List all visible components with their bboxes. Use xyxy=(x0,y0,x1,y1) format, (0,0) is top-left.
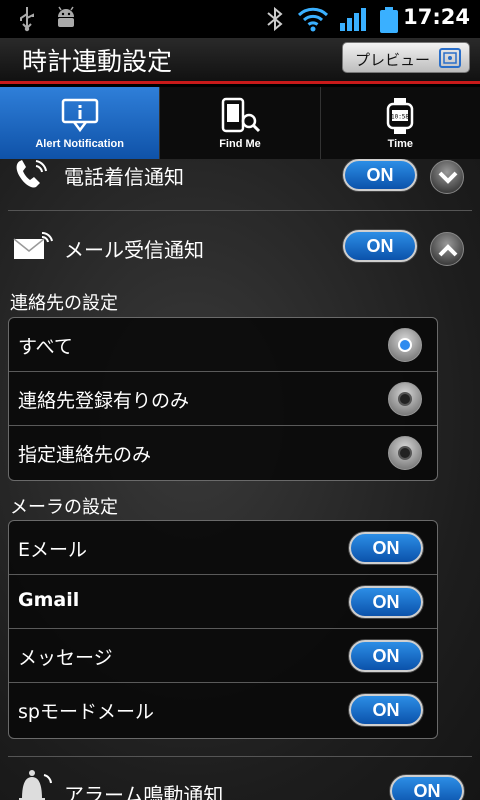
mailer-item-spmode: spモードメール ON xyxy=(9,683,437,737)
android-debug-icon xyxy=(58,6,74,27)
spmode-toggle[interactable]: ON xyxy=(349,694,423,726)
call-notify-row[interactable]: 電話着信通知 ON xyxy=(0,159,480,205)
status-bar: 17:24 xyxy=(0,0,480,38)
find-me-icon xyxy=(221,97,261,133)
tab-time[interactable]: 10:58 Time xyxy=(321,87,480,159)
call-notify-toggle[interactable]: ON xyxy=(343,159,417,191)
divider xyxy=(8,210,472,211)
mailer-label: Eメール xyxy=(18,539,88,561)
collapse-mail-button[interactable] xyxy=(430,232,464,266)
chevron-up-icon xyxy=(438,244,458,257)
chevron-down-icon xyxy=(438,171,458,184)
mailer-item-email: Eメール ON xyxy=(9,521,437,575)
mailer-item-gmail: Gmail ON xyxy=(9,575,437,629)
title-bar: 時計連動設定 プレビュー xyxy=(0,38,480,84)
bluetooth-icon xyxy=(267,6,283,32)
mail-notify-label: メール受信通知 xyxy=(64,238,204,262)
tab-label: Alert Notification xyxy=(35,138,124,150)
contacts-section-title: 連絡先の設定 xyxy=(10,293,118,314)
phone-icon xyxy=(16,160,47,188)
tab-find-me[interactable]: Find Me xyxy=(160,87,321,159)
mailer-label: Gmail xyxy=(18,589,80,611)
battery-icon xyxy=(380,7,398,33)
tab-label: Time xyxy=(387,138,414,150)
expand-call-button[interactable] xyxy=(430,160,464,194)
alarm-notify-toggle[interactable]: ON xyxy=(390,775,464,800)
option-label: すべて xyxy=(18,336,73,358)
settings-content: 電話着信通知 ON メール受信通知 ON 連絡先の設定 すべて 連絡先登録有りの… xyxy=(0,159,480,800)
preview-label: プレビュー xyxy=(355,51,431,69)
mail-notify-row[interactable]: メール受信通知 ON xyxy=(0,217,480,275)
option-label: 連絡先登録有りのみ xyxy=(18,390,190,412)
clock: 17:24 xyxy=(403,5,470,29)
radio-option-all[interactable]: すべて xyxy=(9,318,437,372)
gmail-toggle[interactable]: ON xyxy=(349,586,423,618)
watch-icon: 10:58 xyxy=(387,98,414,134)
message-toggle[interactable]: ON xyxy=(349,640,423,672)
alert-notification-icon xyxy=(61,98,98,133)
mailer-toggle-group: Eメール ON Gmail ON メッセージ ON spモードメール ON xyxy=(8,520,438,739)
alarm-notify-label: アラーム鳴動通知 xyxy=(64,783,224,800)
radio-button-selected[interactable] xyxy=(388,328,422,362)
contacts-radio-group: すべて 連絡先登録有りのみ 指定連絡先のみ xyxy=(8,317,438,481)
radio-option-registered-only[interactable]: 連絡先登録有りのみ xyxy=(9,372,437,426)
mail-notify-toggle[interactable]: ON xyxy=(343,230,417,262)
call-notify-label: 電話着信通知 xyxy=(64,165,184,189)
watch-preview-icon xyxy=(439,48,461,68)
radio-button[interactable] xyxy=(388,436,422,470)
mailer-label: spモードメール xyxy=(18,701,154,723)
alarm-notify-row[interactable]: アラーム鳴動通知 ON xyxy=(0,767,480,800)
mail-icon xyxy=(13,231,53,259)
radio-option-specified-only[interactable]: 指定連絡先のみ xyxy=(9,426,437,480)
mailer-label: メッセージ xyxy=(18,647,113,669)
radio-button[interactable] xyxy=(388,382,422,416)
option-label: 指定連絡先のみ xyxy=(18,444,152,466)
preview-button[interactable]: プレビュー xyxy=(342,42,470,73)
tab-label: Find Me xyxy=(219,138,261,150)
svg-text:10:58: 10:58 xyxy=(391,114,409,121)
email-toggle[interactable]: ON xyxy=(349,532,423,564)
mailer-item-message: メッセージ ON xyxy=(9,629,437,683)
mailer-section-title: メーラの設定 xyxy=(10,497,118,518)
usb-icon xyxy=(20,7,34,32)
signal-icon xyxy=(340,8,366,31)
page-title: 時計連動設定 xyxy=(22,47,173,76)
tab-alert-notification[interactable]: Alert Notification xyxy=(0,87,161,159)
divider xyxy=(8,756,472,757)
tab-bar: Alert Notification Find Me 10:58 Time xyxy=(0,87,480,159)
bell-icon xyxy=(19,770,52,800)
wifi-icon xyxy=(297,7,329,32)
